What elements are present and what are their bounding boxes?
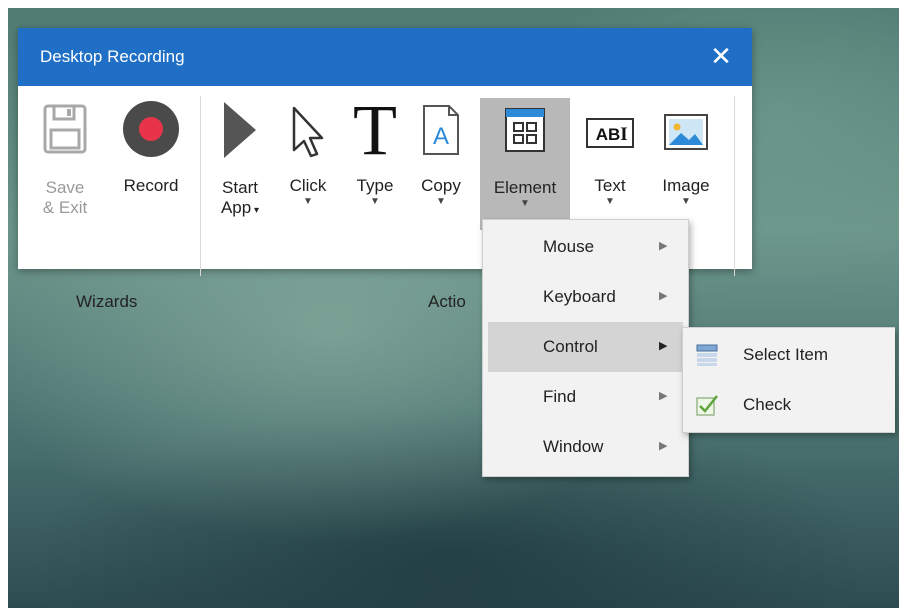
copy-button[interactable]: A Copy ▼ (412, 96, 470, 208)
text-button[interactable]: AB I Text ▼ (578, 96, 642, 208)
element-button[interactable]: Element ▼ (480, 98, 570, 230)
click-button[interactable]: Click ▼ (280, 96, 336, 208)
menu-item-window[interactable]: Window ▶ (483, 422, 688, 472)
actions-group-label: Actio (428, 292, 466, 311)
submenu-arrow-icon: ▶ (659, 240, 668, 252)
svg-text:AB: AB (596, 125, 621, 144)
text-abi-icon: AB I (586, 118, 634, 148)
menu-item-control[interactable]: Control ▶ (488, 322, 683, 372)
start-app-label: Start App ▾ (220, 178, 260, 217)
copy-label: Copy ▼ (421, 176, 461, 207)
record-label: Record (123, 176, 179, 195)
menu-item-find[interactable]: Find ▶ (483, 372, 688, 422)
menu-item-mouse[interactable]: Mouse ▶ (483, 222, 688, 272)
control-submenu: Select Item Check (682, 327, 895, 433)
submenu-arrow-icon: ▶ (659, 440, 668, 452)
record-button[interactable]: Record (114, 96, 188, 208)
close-button[interactable]: ✕ (704, 39, 738, 73)
copy-document-icon: A (423, 105, 459, 155)
element-dropdown-menu: Mouse ▶ Keyboard ▶ Control ▶ Find ▶ Wind… (482, 219, 689, 477)
wizards-group-label: Wizards (76, 292, 138, 311)
select-item-icon (696, 344, 718, 366)
group-separator (200, 96, 201, 276)
play-icon (224, 102, 256, 158)
record-icon (123, 101, 179, 157)
element-grid-icon (505, 108, 545, 152)
floppy-disk-icon (43, 104, 87, 154)
text-label: Text ▼ (594, 176, 626, 207)
click-label: Click ▼ (289, 176, 327, 207)
submenu-arrow-icon: ▶ (659, 340, 668, 352)
image-button[interactable]: Image ▼ (652, 96, 720, 208)
start-app-button[interactable]: Start App ▾ (210, 96, 270, 217)
close-icon: ✕ (710, 41, 732, 71)
group-separator-right (734, 96, 735, 276)
menu-item-keyboard[interactable]: Keyboard ▶ (483, 272, 688, 322)
letter-t-icon: T (353, 98, 397, 158)
save-exit-button[interactable]: Save & Exit (36, 96, 94, 217)
menu-item-select-item[interactable]: Select Item (683, 330, 895, 380)
cursor-arrow-icon (292, 106, 324, 158)
element-label: Element ▼ (493, 178, 557, 209)
picture-icon (664, 114, 708, 150)
svg-text:T: T (353, 98, 397, 158)
window-title: Desktop Recording (40, 47, 185, 66)
type-label: Type ▼ (356, 176, 394, 207)
submenu-arrow-icon: ▶ (659, 290, 668, 302)
svg-text:I: I (620, 124, 627, 145)
image-label: Image ▼ (662, 176, 710, 207)
submenu-arrow-icon: ▶ (659, 390, 668, 402)
title-bar: Desktop Recording ✕ (18, 28, 752, 86)
screen-edge-left (0, 0, 8, 608)
type-button[interactable]: T Type ▼ (346, 96, 404, 208)
svg-text:A: A (433, 123, 449, 150)
screen-edge-top (0, 0, 899, 8)
menu-item-check[interactable]: Check (683, 380, 895, 430)
checkbox-icon (696, 395, 718, 416)
save-exit-label: Save & Exit (42, 178, 88, 217)
